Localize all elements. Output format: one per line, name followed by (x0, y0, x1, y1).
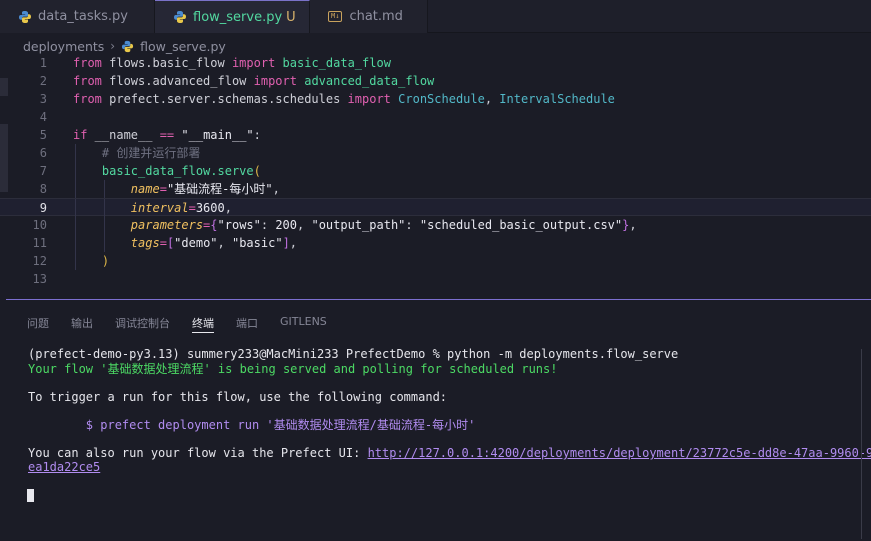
code-line[interactable]: 13 (0, 270, 871, 288)
line-number: 8 (39, 182, 47, 196)
line-number: 11 (32, 236, 47, 250)
indent-guide (75, 180, 76, 198)
line-number: 3 (39, 92, 47, 106)
code-line[interactable]: 12 ) (0, 252, 871, 270)
breadcrumb: deployments › flow_serve.py (23, 37, 226, 55)
indent-guide (104, 216, 105, 234)
chevron-right-icon: › (110, 39, 116, 53)
panel-tab[interactable]: 终端 (192, 315, 214, 333)
breadcrumb-folder[interactable]: deployments (23, 39, 104, 54)
line-number: 7 (39, 164, 47, 178)
code-text: parameters={"rows": 200, "output_path": … (130, 218, 637, 232)
line-number: 5 (39, 128, 47, 142)
code-text: ) (101, 254, 110, 268)
code-text: from flows.advanced_flow import advanced… (73, 74, 435, 88)
code-line[interactable]: 11 tags=["demo", "basic"], (0, 234, 871, 252)
bottom-panel: 问题 输出 调试控制台 终端 端口 GITLENS (prefect-demo-py3.1… (0, 300, 871, 541)
code-text: from flows.basic_flow import basic_data_… (73, 56, 391, 70)
prefect-ui-link-cont[interactable]: ea1da22ce5 (28, 460, 100, 474)
terminal-output[interactable]: (prefect-demo-py3.13) summery233@MacMini… (28, 347, 871, 474)
code-line[interactable]: 6 # 创建并运行部署 (0, 144, 871, 162)
terminal-ui-text: You can also run your flow via the Prefe… (28, 446, 368, 460)
line-number: 2 (39, 74, 47, 88)
tab-flow-serve[interactable]: flow_serve.py U (155, 0, 310, 33)
python-icon (121, 40, 134, 53)
breadcrumb-file[interactable]: flow_serve.py (140, 39, 226, 54)
code-text: if __name__ == "__main__": (73, 128, 261, 142)
tab-chat-md[interactable]: M↓ chat.md (310, 0, 428, 33)
indent-guide (104, 199, 105, 217)
code-text: interval=3600, (130, 201, 232, 215)
code-text: # 创建并运行部署 (101, 146, 201, 160)
tab-bar-empty (428, 0, 871, 32)
tab-label: data_tasks.py (38, 9, 128, 24)
editor-tab-bar: data_tasks.py flow_serve.py U M↓ chat.md (0, 0, 871, 33)
panel-tab[interactable]: 问题 (27, 315, 49, 333)
code-line[interactable]: 9 interval=3600, (0, 198, 871, 217)
panel-tab[interactable]: 端口 (236, 315, 258, 333)
tab-data-tasks[interactable]: data_tasks.py (0, 0, 155, 33)
code-line[interactable]: 1 from flows.basic_flow import basic_data… (0, 54, 871, 72)
terminal-trigger-hint: To trigger a run for this flow, use the … (28, 390, 448, 404)
indent-guide (75, 234, 76, 252)
panel-tab[interactable]: 调试控制台 (115, 315, 170, 333)
code-line[interactable]: 2 from flows.advanced_flow import advance… (0, 72, 871, 90)
indent-guide (75, 144, 76, 162)
terminal-serving-message: Your flow '基础数据处理流程' is being served and… (28, 362, 558, 376)
code-text: tags=["demo", "basic"], (130, 236, 298, 250)
terminal-command: $ prefect deployment run '基础数据处理流程/基础流程-… (28, 418, 476, 432)
panel-tabs: 问题 输出 调试控制台 终端 端口 GITLENS (27, 315, 349, 333)
line-number: 4 (39, 110, 47, 124)
line-number: 12 (32, 254, 47, 268)
modified-indicator: U (286, 9, 296, 25)
panel-tab[interactable]: GITLENS (280, 315, 327, 333)
panel-tab[interactable]: 输出 (71, 315, 93, 333)
prefect-ui-link[interactable]: http://127.0.0.1:4200/deployments/deploy… (368, 446, 871, 460)
line-number: 13 (32, 272, 47, 286)
python-icon (18, 10, 32, 24)
tab-label: chat.md (349, 9, 403, 24)
code-line[interactable]: 8 name="基础流程-每小时", (0, 180, 871, 198)
indent-guide (104, 234, 105, 252)
terminal-scrollbar[interactable] (861, 349, 862, 539)
line-number: 1 (39, 56, 47, 70)
code-line[interactable]: 4 (0, 108, 871, 126)
terminal-ui-line: You can also run your flow via the Prefe… (28, 446, 871, 460)
indent-guide (75, 252, 76, 270)
code-line[interactable]: 3 from prefect.server.schemas.schedules i… (0, 90, 871, 108)
python-icon (173, 10, 187, 24)
tab-label: flow_serve.py (193, 9, 283, 25)
terminal-cursor (27, 489, 34, 502)
code-line[interactable]: 7 basic_data_flow.serve( (0, 162, 871, 180)
code-line[interactable]: 5 if __name__ == "__main__": (0, 126, 871, 144)
indent-guide (75, 199, 76, 217)
indent-guide (75, 216, 76, 234)
markdown-icon: M↓ (328, 11, 343, 22)
line-number: 6 (39, 146, 47, 160)
terminal-prompt: (prefect-demo-py3.13) summery233@MacMini… (28, 347, 679, 361)
code-text: basic_data_flow.serve( (101, 164, 261, 178)
indent-guide (104, 180, 105, 198)
indent-guide (75, 162, 76, 180)
line-number: 10 (32, 218, 47, 232)
code-text: from prefect.server.schemas.schedules im… (73, 92, 615, 106)
code-editor[interactable]: 1 from flows.basic_flow import basic_data… (0, 54, 871, 298)
line-number: 9 (39, 201, 47, 215)
code-line[interactable]: 10 parameters={"rows": 200, "output_path… (0, 216, 871, 234)
